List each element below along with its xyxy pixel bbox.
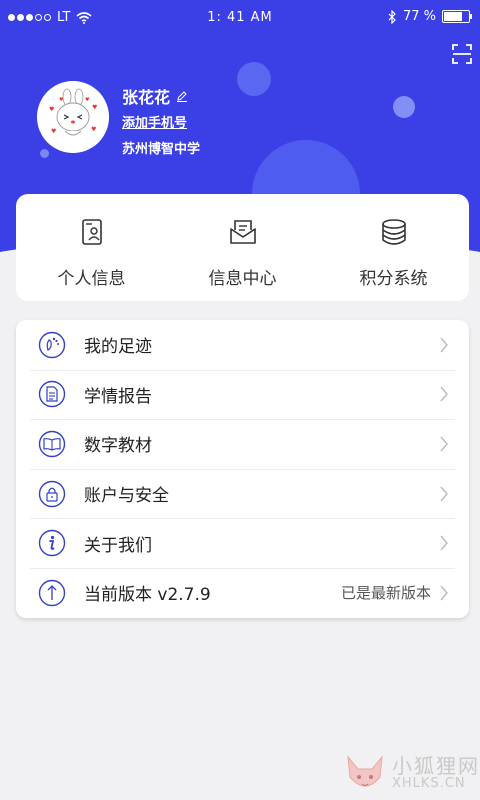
menu-item-report[interactable]: 学情报告 [16,369,469,420]
menu-item-label: 当前版本 v2.7.9 [84,585,211,606]
lock-icon [38,480,66,507]
svg-text:♥: ♥ [85,97,90,103]
svg-text:♥: ♥ [51,128,56,135]
report-document-icon [38,381,66,408]
menu-item-label: 学情报告 [84,386,152,407]
menu-item-footprints[interactable]: 我的足迹 [16,320,469,370]
decor-bubble [40,149,49,158]
watermark-domain: XHLKS.CN [392,776,466,791]
chevron-right-icon [440,535,448,551]
quick-item-label: 积分系统 [359,269,428,289]
profile-card-icon [81,219,102,245]
info-icon [38,529,66,557]
chevron-right-icon [440,386,448,402]
quick-item-profile[interactable]: 个人信息 [16,194,167,301]
bunny-avatar-icon: ♥ ♥ ♥ ♥ ♥ ♥ [37,81,109,153]
chevron-right-icon [440,337,448,353]
version-status: 已是最新版本 [340,584,431,603]
decor-bubble [237,62,271,96]
open-book-icon [38,430,66,458]
footprint-icon [38,331,66,358]
avatar[interactable]: ♥ ♥ ♥ ♥ ♥ ♥ [37,81,109,153]
bluetooth-icon [388,9,396,24]
menu-item-account-security[interactable]: 账户与安全 [16,468,469,519]
menu-item-label: 账户与安全 [84,486,169,507]
status-bar: LT 1: 41 AM 77 % [0,0,480,36]
menu-item-label: 我的足迹 [84,337,152,358]
menu-item-label: 数字教材 [84,436,152,457]
add-phone-link[interactable]: 添加手机号 [122,112,187,131]
svg-text:♥: ♥ [92,104,97,111]
chevron-right-icon [440,585,448,601]
envelope-icon [229,220,256,244]
school-name: 苏州博智中学 [122,142,201,157]
menu-list: 我的足迹 学情报告 数字教材 账户与安全 关于我们 当前版本 v2.7.9 已是… [16,320,469,618]
svg-text:♥: ♥ [49,106,54,113]
menu-item-textbooks[interactable]: 数字教材 [16,419,469,469]
chevron-right-icon [440,436,448,452]
quick-item-messages[interactable]: 信息中心 [167,194,318,301]
svg-text:♥: ♥ [59,97,64,103]
upload-arrow-icon [38,579,66,606]
fox-logo-icon [347,755,383,787]
coin-stack-icon [381,219,406,245]
edit-pencil-icon[interactable] [176,90,188,102]
battery-icon [442,10,472,23]
quick-menu-card: 个人信息 信息中心 积分系统 [16,194,469,301]
menu-item-version[interactable]: 当前版本 v2.7.9 已是最新版本 [16,567,469,618]
quick-item-points[interactable]: 积分系统 [318,194,469,301]
menu-item-label: 关于我们 [84,535,152,556]
menu-item-about[interactable]: 关于我们 [16,518,469,568]
watermark: 小狐狸网 XHLKS.CN [340,748,480,800]
chevron-right-icon [440,486,448,502]
decor-bubble [393,96,415,118]
battery-percent: 77 % [402,9,436,24]
quick-item-label: 信息中心 [208,269,277,289]
user-name: 张花花 [122,88,171,107]
watermark-title: 小狐狸网 [392,754,480,778]
scan-icon[interactable] [452,44,472,64]
quick-item-label: 个人信息 [57,269,126,289]
svg-text:♥: ♥ [91,126,96,133]
